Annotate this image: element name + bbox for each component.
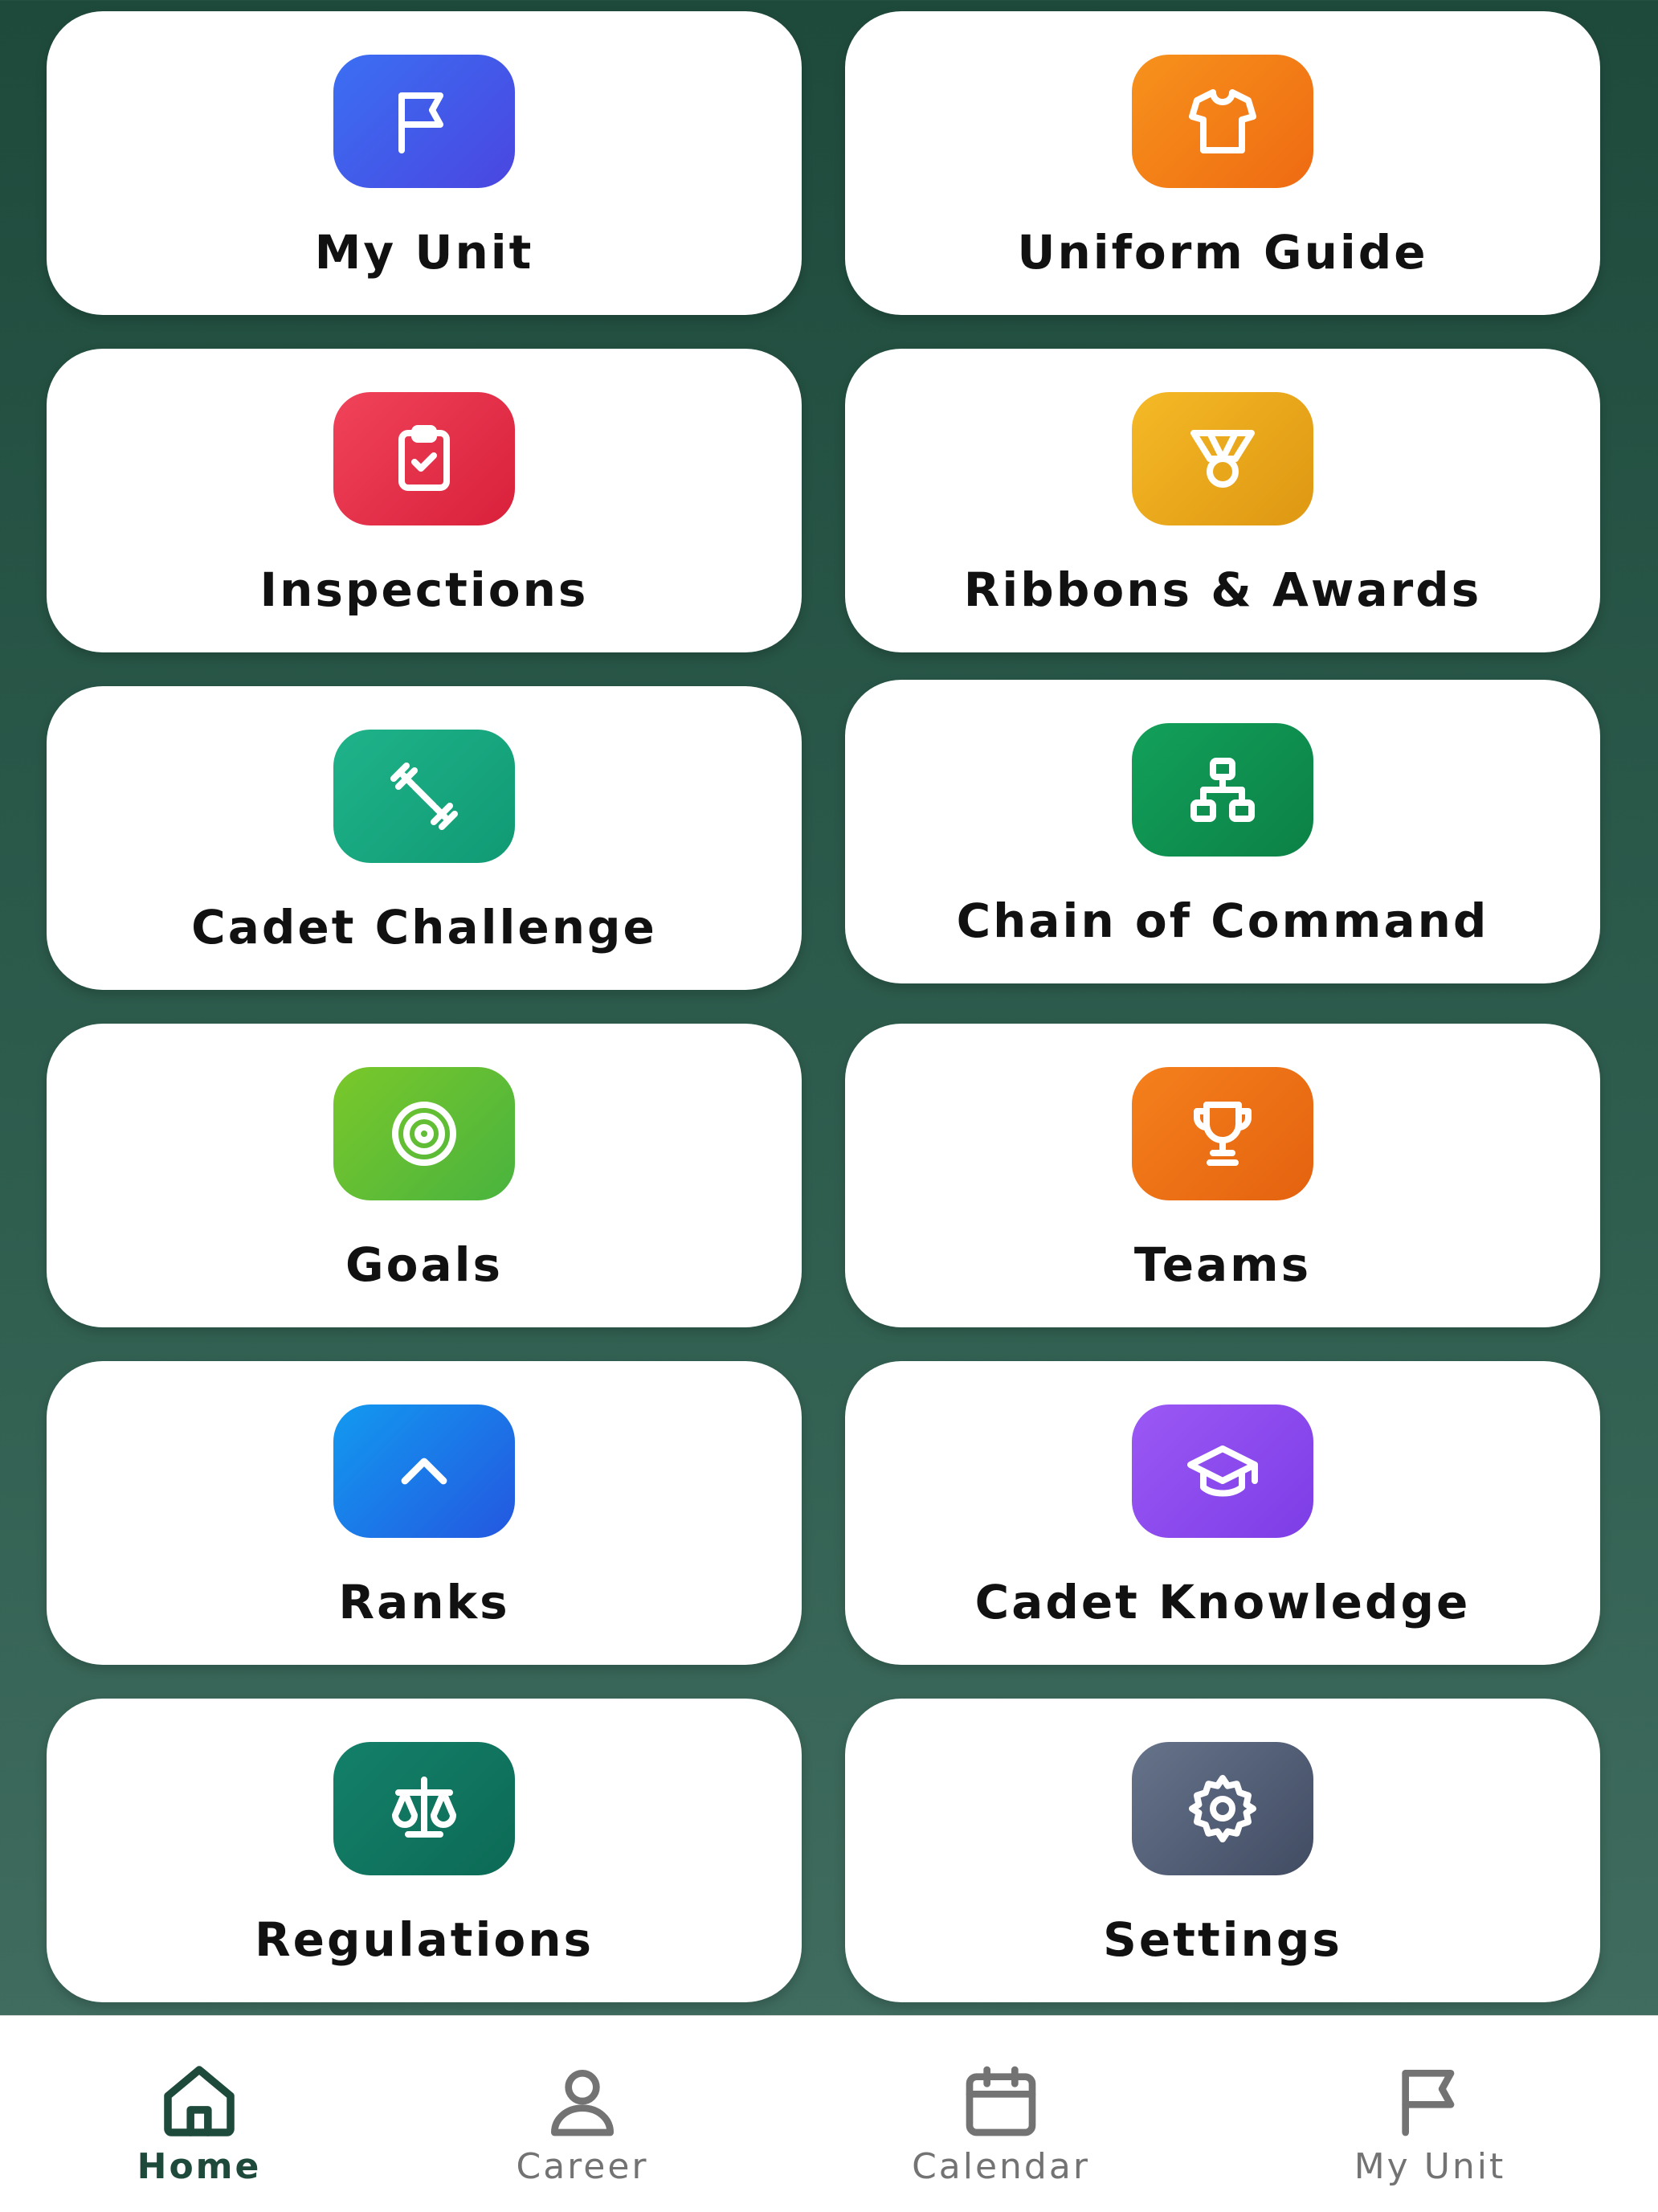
- card-label: Chain of Command: [956, 893, 1489, 948]
- shirt-icon: [1132, 55, 1313, 188]
- clipboard-check-icon: [333, 392, 515, 525]
- tab-home[interactable]: Home: [55, 2016, 344, 2212]
- card-label: Regulations: [254, 1912, 594, 1967]
- card-label: Inspections: [259, 562, 589, 617]
- tab-my-unit[interactable]: My Unit: [1285, 2016, 1574, 2212]
- card-ranks[interactable]: Ranks: [47, 1361, 802, 1665]
- graduation-cap-icon: [1132, 1404, 1313, 1538]
- tab-label: Home: [137, 2146, 262, 2187]
- gear-icon: [1132, 1742, 1313, 1875]
- card-label: Goals: [345, 1237, 503, 1292]
- card-label: Uniform Guide: [1017, 225, 1428, 280]
- card-cadet-challenge[interactable]: Cadet Challenge: [47, 686, 802, 990]
- medal-icon: [1132, 392, 1313, 525]
- target-icon: [333, 1067, 515, 1200]
- card-ribbons-awards[interactable]: Ribbons & Awards: [845, 349, 1600, 652]
- card-teams[interactable]: Teams: [845, 1024, 1600, 1327]
- card-regulations[interactable]: Regulations: [47, 1699, 802, 2002]
- tab-label: Calendar: [912, 2146, 1090, 2187]
- card-goals[interactable]: Goals: [47, 1024, 802, 1327]
- tab-calendar[interactable]: Calendar: [856, 2016, 1145, 2212]
- card-label: Teams: [1133, 1237, 1312, 1292]
- person-icon: [551, 2070, 614, 2136]
- chevron-up-icon: [333, 1404, 515, 1538]
- card-label: Cadet Challenge: [191, 900, 657, 955]
- card-chain-of-command[interactable]: Chain of Command: [845, 680, 1600, 983]
- flag-icon: [1402, 2070, 1455, 2136]
- card-settings[interactable]: Settings: [845, 1699, 1600, 2002]
- card-label: Ranks: [338, 1575, 510, 1629]
- bottom-tab-bar: Home Career Calendar My Unit: [0, 2015, 1658, 2212]
- card-label: Settings: [1103, 1912, 1342, 1967]
- home-icon: [164, 2066, 235, 2136]
- hierarchy-icon: [1132, 723, 1313, 857]
- dumbbell-icon: [333, 730, 515, 863]
- card-uniform-guide[interactable]: Uniform Guide: [845, 11, 1600, 315]
- card-label: Ribbons & Awards: [963, 562, 1482, 617]
- card-my-unit[interactable]: My Unit: [47, 11, 802, 315]
- tab-career[interactable]: Career: [438, 2016, 727, 2212]
- calendar-icon: [966, 2066, 1036, 2136]
- card-label: Cadet Knowledge: [974, 1575, 1471, 1629]
- trophy-icon: [1132, 1067, 1313, 1200]
- card-cadet-knowledge[interactable]: Cadet Knowledge: [845, 1361, 1600, 1665]
- flag-icon: [333, 55, 515, 188]
- card-label: My Unit: [314, 225, 534, 280]
- card-inspections[interactable]: Inspections: [47, 349, 802, 652]
- scale-icon: [333, 1742, 515, 1875]
- tab-label: My Unit: [1354, 2146, 1506, 2187]
- tab-label: Career: [516, 2146, 649, 2187]
